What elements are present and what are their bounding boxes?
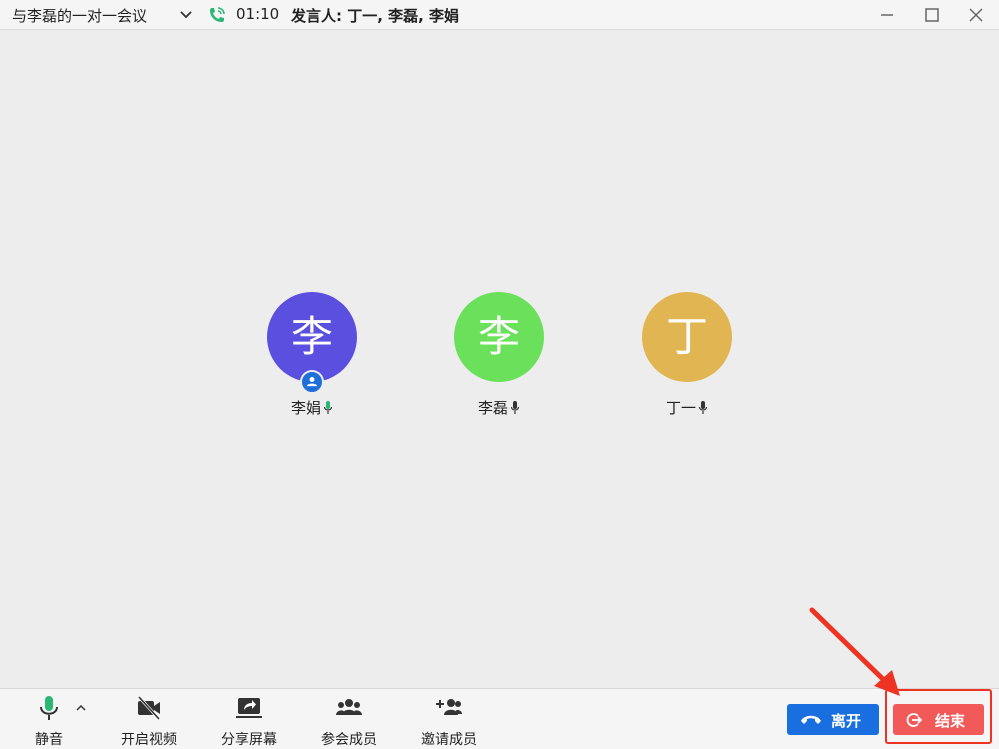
participant-name: 丁一 — [622, 397, 752, 418]
title-bar: 与李磊的一对一会议 01:10 发言人: 丁一, 李磊, 李娟 — [0, 0, 999, 30]
avatar: 丁 — [642, 292, 732, 382]
invite-button[interactable]: 邀请成员 — [409, 695, 489, 748]
avatar: 李 — [454, 292, 544, 382]
microphone-icon — [698, 401, 708, 414]
participant-tile[interactable]: 丁 丁一 — [622, 292, 752, 422]
call-duration: 01:10 — [236, 5, 280, 23]
host-badge-icon — [300, 370, 324, 394]
active-speakers: 发言人: 丁一, 李磊, 李娟 — [291, 7, 460, 25]
microphone-icon — [510, 401, 520, 414]
participants-button[interactable]: 参会成员 — [309, 695, 389, 748]
chevron-up-icon[interactable] — [75, 703, 87, 713]
invite-label: 邀请成员 — [421, 732, 477, 748]
chevron-down-icon[interactable] — [179, 8, 193, 22]
start-video-label: 开启视频 — [121, 732, 177, 748]
people-icon — [336, 699, 362, 715]
leave-label: 离开 — [831, 712, 862, 730]
participant-name-text: 丁一 — [665, 399, 696, 417]
share-screen-icon — [236, 698, 262, 718]
video-off-icon — [137, 695, 161, 721]
leave-button[interactable]: 离开 — [787, 704, 879, 735]
start-video-button[interactable]: 开启视频 — [109, 695, 189, 748]
meeting-window: 与李磊的一对一会议 01:10 发言人: 丁一, 李磊, 李娟 李 李娟 李 李… — [0, 0, 999, 749]
share-screen-label: 分享屏幕 — [221, 732, 277, 748]
microphone-icon — [323, 401, 333, 414]
minimize-icon[interactable] — [876, 4, 898, 26]
participant-tile[interactable]: 李 李娟 — [247, 292, 377, 422]
mute-label: 静音 — [35, 732, 63, 748]
maximize-icon[interactable] — [921, 4, 943, 26]
add-person-icon — [436, 699, 462, 715]
microphone-icon — [40, 696, 58, 720]
hang-up-icon — [801, 715, 821, 724]
meeting-title[interactable]: 与李磊的一对一会议 — [12, 5, 147, 26]
participant-tile[interactable]: 李 李磊 — [434, 292, 564, 422]
phone-call-icon — [210, 7, 225, 22]
participant-name-text: 李娟 — [290, 399, 321, 417]
participants-label: 参会成员 — [321, 732, 377, 748]
avatar: 李 — [267, 292, 357, 382]
participant-name: 李磊 — [434, 397, 564, 418]
close-icon[interactable] — [965, 4, 987, 26]
share-screen-button[interactable]: 分享屏幕 — [209, 695, 289, 748]
participant-name-text: 李磊 — [477, 399, 508, 417]
annotation-arrow-icon — [809, 607, 900, 696]
participant-name: 李娟 — [247, 397, 377, 418]
